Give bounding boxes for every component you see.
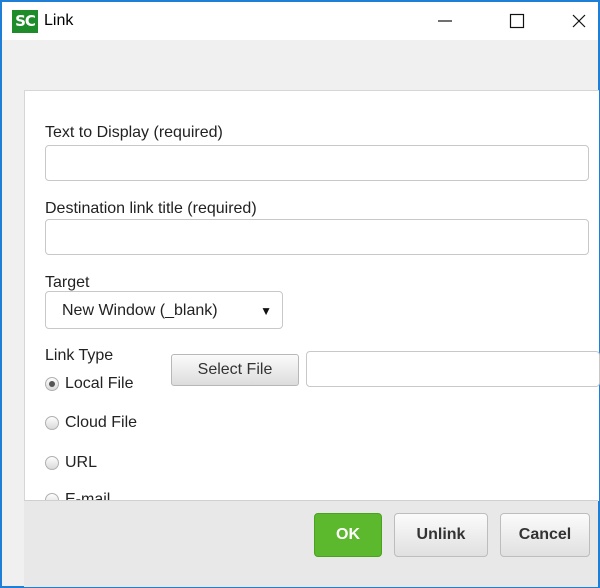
app-logo-icon: SC	[12, 10, 38, 33]
close-icon	[572, 14, 586, 28]
radio-local-file[interactable]: Local File	[45, 374, 133, 394]
target-select[interactable]: New Window (_blank) ▼	[45, 291, 283, 329]
target-selected-value: New Window (_blank)	[62, 302, 218, 319]
radio-label: Local File	[65, 375, 134, 392]
minimize-icon	[438, 20, 452, 22]
radio-label: URL	[65, 454, 98, 471]
unlink-button[interactable]: Unlink	[394, 513, 488, 557]
radio-button[interactable]	[45, 456, 59, 470]
target-label: Target	[45, 274, 90, 291]
maximize-button[interactable]	[492, 2, 542, 40]
file-path-input[interactable]	[306, 351, 600, 387]
cancel-button[interactable]: Cancel	[500, 513, 590, 557]
radio-label: Cloud File	[65, 414, 138, 431]
display-text-label: Text to Display (required)	[45, 124, 223, 141]
title-bar[interactable]: SC Link	[2, 2, 598, 40]
link-title-label: Destination link title (required)	[45, 200, 257, 217]
maximize-icon	[509, 13, 525, 29]
radio-button-checked[interactable]	[45, 377, 59, 391]
link-title-input[interactable]	[45, 219, 589, 255]
dialog-content: Text to Display (required) Destination l…	[24, 90, 600, 508]
link-type-label: Link Type	[45, 347, 114, 364]
link-dialog-window: SC Link Text to Display (required) Desti…	[0, 0, 600, 588]
close-button[interactable]	[554, 2, 600, 40]
caret-down-icon: ▼	[260, 304, 272, 318]
radio-url[interactable]: URL	[45, 453, 97, 473]
radio-button[interactable]	[45, 416, 59, 430]
select-file-button[interactable]: Select File	[171, 354, 299, 386]
minimize-button[interactable]	[420, 2, 470, 40]
window-title: Link	[44, 12, 74, 29]
radio-cloud-file[interactable]: Cloud File	[45, 413, 137, 433]
display-text-input[interactable]	[45, 145, 589, 181]
ok-button[interactable]: OK	[314, 513, 382, 557]
